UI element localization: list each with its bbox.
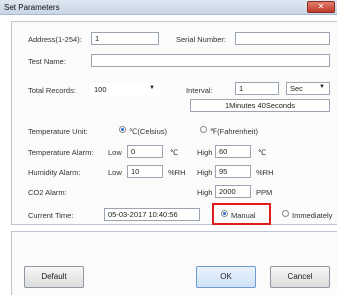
co2-high-label: High [197, 188, 213, 197]
current-time-input[interactable]: 05-03-2017 10:40:56 [104, 208, 200, 221]
test-name-label: Test Name: [28, 57, 66, 66]
manual-radio[interactable] [221, 210, 228, 217]
hum-low-label: Low [108, 168, 122, 177]
temp-high-input[interactable]: 60 [215, 145, 251, 158]
temp-low-unit: ℃ [170, 148, 179, 157]
interval-label: Interval: [186, 86, 213, 95]
hum-high-unit: %RH [256, 168, 274, 177]
immediately-label: Immediately [292, 211, 333, 220]
chevron-down-icon: ▼ [149, 85, 155, 91]
hum-low-unit: %RH [168, 168, 186, 177]
address-input[interactable]: 1 [91, 32, 159, 45]
hum-low-input[interactable]: 10 [127, 165, 163, 178]
close-button[interactable]: ✕ [307, 1, 335, 13]
celsius-radio[interactable] [119, 126, 126, 133]
fahrenheit-radio[interactable] [200, 126, 207, 133]
total-records-value: 100 [94, 85, 107, 94]
hum-high-label: High [197, 168, 213, 177]
cancel-button[interactable]: Cancel [270, 266, 330, 288]
total-records-label: Total Records: [28, 86, 76, 95]
address-label: Address(1-254): [28, 35, 82, 44]
fahrenheit-label: ℉(Fahrenheit) [210, 127, 258, 136]
window-title: Set Parameters [4, 3, 60, 12]
hum-high-input[interactable]: 95 [215, 165, 251, 178]
total-records-select[interactable]: 100 ▼ [90, 83, 160, 96]
ok-button[interactable]: OK [196, 266, 256, 288]
co2-alarm-label: CO2 Alarm: [28, 188, 67, 197]
co2-high-input[interactable]: 2000 [215, 185, 251, 198]
default-button[interactable]: Default [24, 266, 84, 288]
celsius-label: ℃(Celsius) [129, 127, 168, 136]
test-name-input[interactable] [91, 54, 330, 67]
manual-label: Manual [231, 211, 256, 220]
temperature-alarm-label: Temperature Alarm: [28, 148, 94, 157]
co2-unit: PPM [256, 188, 273, 197]
temp-high-unit: ℃ [258, 148, 267, 157]
current-time-label: Current Time: [28, 211, 74, 220]
interval-input[interactable]: 1 [235, 82, 279, 95]
temp-low-label: Low [108, 148, 122, 157]
title-bar: Set Parameters ✕ [0, 0, 337, 15]
chevron-down-icon: ▼ [319, 84, 325, 90]
interval-readout: 1Minutes 40Seconds [190, 99, 330, 112]
temperature-unit-label: Temperature Unit: [28, 127, 88, 136]
temp-high-label: High [197, 148, 213, 157]
humidity-alarm-label: Humidity Alarm: [28, 168, 81, 177]
serial-number-input[interactable] [235, 32, 330, 45]
temp-low-input[interactable]: 0 [127, 145, 163, 158]
interval-unit-value: Sec [290, 84, 303, 93]
interval-unit-select[interactable]: Sec ▼ [286, 82, 330, 95]
immediately-radio[interactable] [282, 210, 289, 217]
serial-number-label: Serial Number: [176, 35, 227, 44]
